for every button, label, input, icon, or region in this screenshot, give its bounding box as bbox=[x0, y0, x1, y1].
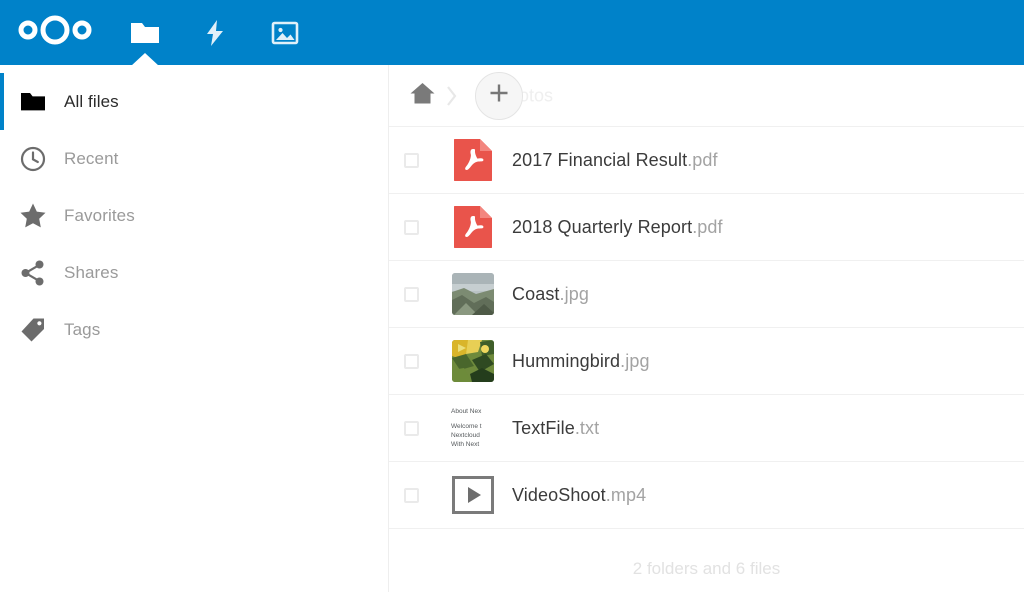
row-checkbox[interactable] bbox=[404, 353, 419, 369]
folder-icon bbox=[18, 87, 48, 117]
folder-icon bbox=[130, 20, 160, 46]
file-extension: .pdf bbox=[687, 149, 718, 170]
file-extension: .jpg bbox=[620, 350, 650, 371]
file-icon-cell bbox=[434, 340, 512, 382]
file-name: Coast.jpg bbox=[512, 283, 589, 304]
text-preview-line: About Nex bbox=[451, 408, 482, 415]
table-row[interactable]: About Nex Welcome t Nextcloud With Next … bbox=[389, 395, 1024, 462]
sidebar-item-label: Favorites bbox=[64, 205, 135, 225]
sidebar: All files Recent Favorites Shares Tags bbox=[0, 65, 389, 592]
file-name: Hummingbird.jpg bbox=[512, 350, 650, 371]
pdf-file-icon bbox=[452, 206, 494, 248]
star-icon bbox=[18, 201, 48, 231]
row-checkbox-cell bbox=[389, 420, 434, 436]
image-icon bbox=[271, 20, 299, 46]
row-checkbox-cell bbox=[389, 353, 434, 369]
sidebar-item-label: All files bbox=[64, 91, 119, 111]
row-checkbox-cell bbox=[389, 219, 434, 235]
new-file-button[interactable] bbox=[475, 71, 523, 120]
pdf-file-icon bbox=[452, 139, 494, 181]
text-preview-line: Welcome t bbox=[451, 423, 482, 430]
row-checkbox-cell bbox=[389, 286, 434, 302]
file-icon-cell bbox=[434, 206, 512, 248]
table-row[interactable]: VideoShoot.mp4 bbox=[389, 462, 1024, 529]
nav-item-files[interactable] bbox=[110, 0, 180, 65]
file-extension: .mp4 bbox=[605, 484, 647, 505]
file-extension: .pdf bbox=[692, 216, 723, 237]
file-list-summary: 2 folders and 6 files bbox=[632, 559, 781, 578]
nextcloud-logo-link[interactable] bbox=[0, 0, 110, 65]
lightning-bolt-icon bbox=[204, 19, 226, 47]
file-extension: .txt bbox=[574, 417, 600, 438]
breadcrumb: Photos bbox=[389, 65, 1024, 127]
file-name: 2017 Financial Result.pdf bbox=[512, 149, 718, 170]
table-row[interactable]: 2017 Financial Result.pdf bbox=[389, 127, 1024, 194]
row-checkbox[interactable] bbox=[404, 420, 419, 436]
app-header bbox=[0, 0, 1024, 65]
home-icon bbox=[409, 81, 436, 111]
text-preview-line: Nextcloud bbox=[451, 432, 480, 439]
file-icon-cell bbox=[434, 273, 512, 315]
file-icon-cell bbox=[434, 139, 512, 181]
row-checkbox-cell bbox=[389, 487, 434, 503]
sidebar-item-label: Tags bbox=[64, 319, 101, 339]
sidebar-item-label: Recent bbox=[64, 148, 119, 168]
video-file-icon bbox=[452, 476, 494, 514]
file-name: 2018 Quarterly Report.pdf bbox=[512, 216, 723, 237]
nextcloud-logo bbox=[17, 15, 93, 50]
file-list-area: Photos 2017 Financial Result.pdf 2018 Qu… bbox=[389, 65, 1024, 592]
sidebar-item-tags[interactable]: Tags bbox=[0, 301, 388, 358]
row-checkbox[interactable] bbox=[404, 487, 419, 503]
tag-icon bbox=[18, 315, 48, 345]
plus-icon bbox=[487, 81, 511, 110]
file-icon-cell: About Nex Welcome t Nextcloud With Next bbox=[434, 405, 512, 451]
coast-thumbnail bbox=[452, 273, 494, 315]
chevron-right-icon bbox=[446, 85, 458, 107]
row-checkbox-cell bbox=[389, 152, 434, 168]
play-icon bbox=[468, 487, 481, 503]
table-row[interactable]: 2018 Quarterly Report.pdf bbox=[389, 194, 1024, 261]
sidebar-item-shares[interactable]: Shares bbox=[0, 244, 388, 301]
row-checkbox[interactable] bbox=[404, 286, 419, 302]
nav-item-activity[interactable] bbox=[180, 0, 250, 65]
nav-item-photos[interactable] bbox=[250, 0, 320, 65]
hummingbird-thumbnail bbox=[452, 340, 494, 382]
row-checkbox[interactable] bbox=[404, 152, 419, 168]
clock-icon bbox=[18, 144, 48, 174]
text-file-thumbnail: About Nex Welcome t Nextcloud With Next bbox=[450, 405, 496, 451]
share-icon bbox=[18, 258, 48, 288]
sidebar-item-recent[interactable]: Recent bbox=[0, 130, 388, 187]
file-extension: .jpg bbox=[559, 283, 589, 304]
sidebar-item-label: Shares bbox=[64, 262, 119, 282]
breadcrumb-home[interactable] bbox=[409, 81, 436, 111]
table-row[interactable]: Hummingbird.jpg bbox=[389, 328, 1024, 395]
text-preview-line: With Next bbox=[451, 441, 480, 448]
sidebar-item-favorites[interactable]: Favorites bbox=[0, 187, 388, 244]
file-name: VideoShoot.mp4 bbox=[512, 484, 647, 505]
sidebar-item-all-files[interactable]: All files bbox=[0, 73, 388, 130]
table-row[interactable]: Coast.jpg bbox=[389, 261, 1024, 328]
file-name: TextFile.txt bbox=[512, 417, 600, 438]
row-checkbox[interactable] bbox=[404, 219, 419, 235]
file-icon-cell bbox=[434, 476, 512, 514]
